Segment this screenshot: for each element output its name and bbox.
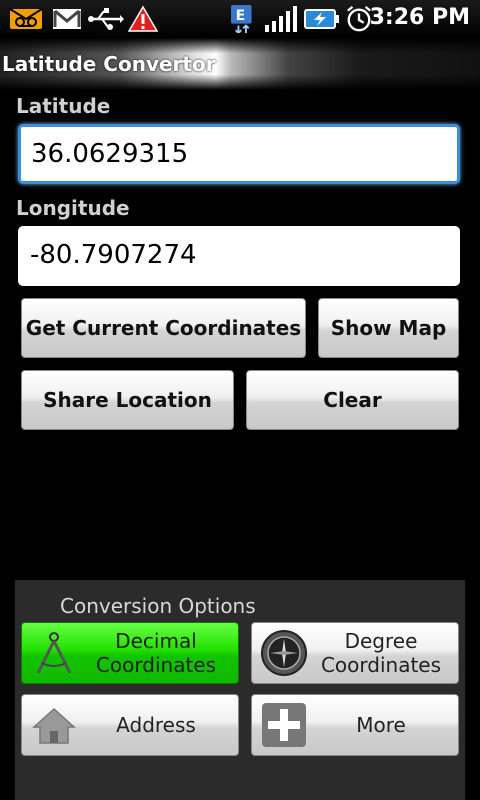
usb-icon [88, 8, 124, 30]
degree-coordinates-option[interactable]: Degree Coordinates [251, 622, 459, 684]
gmail-icon [53, 9, 81, 29]
latitude-label: Latitude [16, 94, 111, 118]
decimal-coordinates-option[interactable]: Decimal Coordinates [21, 622, 239, 684]
edge-network-icon: E [231, 5, 252, 33]
decimal-line1: Decimal [115, 629, 197, 653]
app-title: Latitude Convertor [2, 52, 216, 76]
address-label: Address [116, 713, 196, 737]
degree-line1: Degree [344, 629, 418, 653]
status-time: 3:26 PM [369, 5, 470, 30]
latitude-value: 36.0629315 [31, 139, 189, 169]
compass-divider-icon [36, 632, 72, 674]
more-option[interactable]: More [251, 694, 459, 756]
degree-line2: Coordinates [320, 653, 442, 677]
show-map-button[interactable]: Show Map [318, 298, 459, 358]
decimal-line2: Coordinates [95, 653, 217, 677]
conversion-options-title: Conversion Options [60, 594, 256, 618]
plus-icon [262, 703, 306, 747]
voicemail-icon [9, 8, 43, 29]
house-icon [32, 707, 76, 744]
longitude-input[interactable]: -80.7907274 [18, 226, 460, 286]
longitude-label: Longitude [16, 196, 130, 220]
address-option[interactable]: Address [21, 694, 239, 756]
clear-button[interactable]: Clear [246, 370, 459, 430]
warning-icon [128, 5, 158, 32]
compass-dial-icon [261, 630, 307, 676]
more-label: More [356, 713, 406, 737]
longitude-value: -80.7907274 [30, 240, 197, 270]
share-location-button[interactable]: Share Location [21, 370, 234, 430]
signal-icon [265, 6, 297, 32]
latitude-input[interactable]: 36.0629315 [18, 124, 460, 184]
svg-text:E: E [236, 8, 246, 24]
battery-charging-icon [304, 9, 339, 29]
status-bar: E 3:26 PM [0, 0, 480, 38]
get-current-coordinates-button[interactable]: Get Current Coordinates [21, 298, 306, 358]
